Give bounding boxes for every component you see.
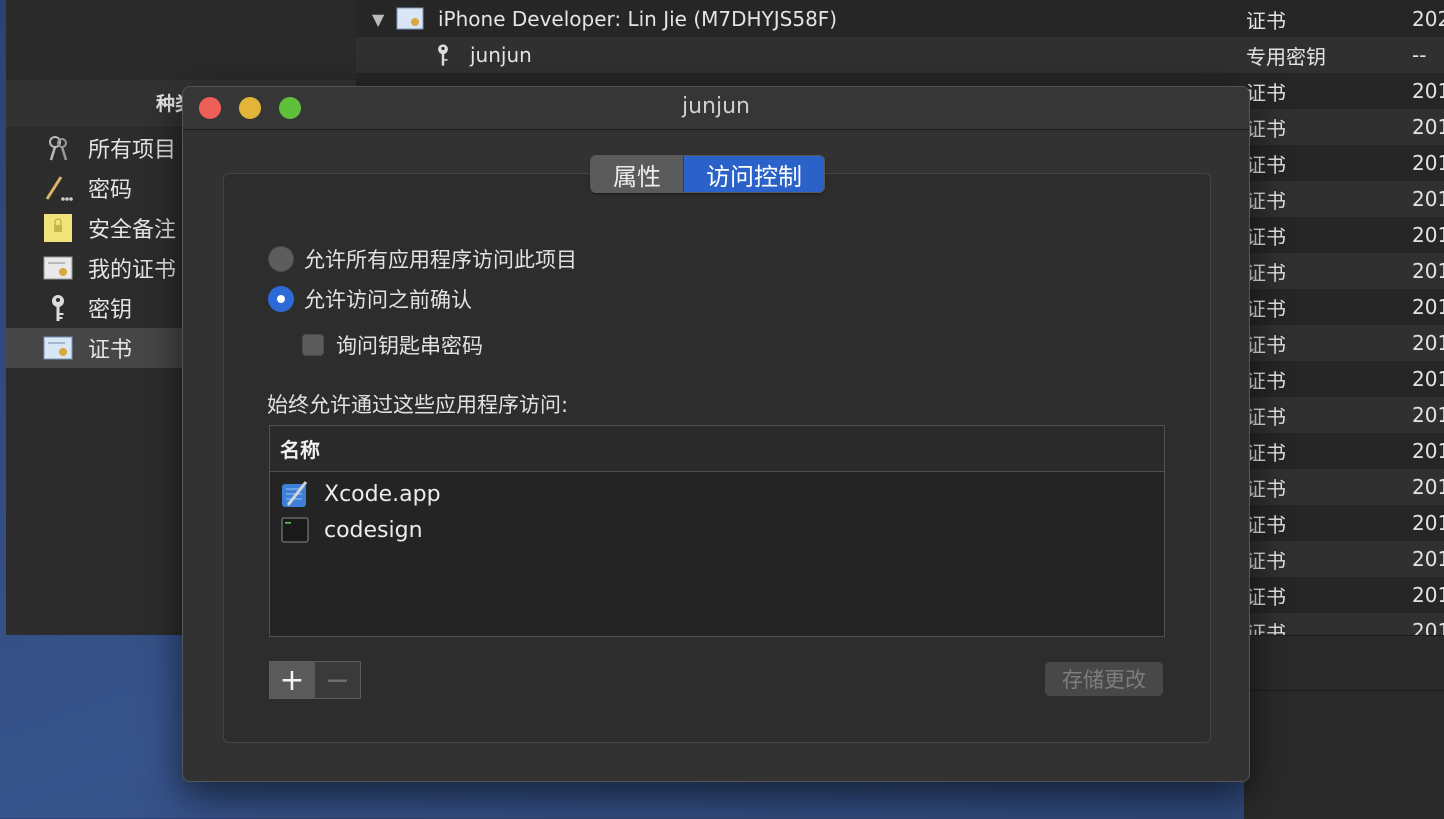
xcode-icon [280,479,310,509]
terminal-icon [280,515,310,545]
item-kind: 证书 [1246,440,1286,465]
item-date: 201 [1412,367,1444,391]
access-control-dialog: junjun 允许所有应用程序访问此项目 允许访问之前确认 询问钥匙串密码 属性… [182,86,1250,782]
item-kind: 证书 [1246,512,1286,537]
ask-password-option[interactable]: 询问钥匙串密码 [302,330,483,360]
title-bar: junjun [183,87,1249,130]
item-date: 201 [1412,259,1444,283]
item-date: 201 [1412,547,1444,571]
window-title: junjun [682,94,750,119]
item-kind: 证书 [1246,296,1286,321]
list-row[interactable]: ▼ iPhone Developer: Lin Jie (M7DHYJS58F)… [356,1,1444,37]
item-kind: 证书 [1246,260,1286,285]
item-kind: 证书 [1246,188,1286,213]
item-name: iPhone Developer: Lin Jie (M7DHYJS58F) [438,7,838,31]
toolbar-area [6,0,356,80]
allowed-apps-table: 名称 Xcode.app codesign [269,425,1165,637]
item-date: 201 [1412,115,1444,139]
save-changes-button[interactable]: 存储更改 [1045,662,1163,696]
confirm-before-radio[interactable] [268,286,294,312]
item-kind: 证书 [1246,548,1286,573]
app-name: Xcode.app [324,481,441,507]
app-row-xcode[interactable]: Xcode.app [270,476,1164,512]
item-name: junjun [470,43,532,67]
key-icon [42,292,74,324]
tab-control: 属性 访问控制 [590,155,825,193]
item-date: 201 [1412,511,1444,535]
disclosure-triangle-icon[interactable]: ▼ [372,10,384,29]
always-allow-label: 始终允许通过这些应用程序访问: [267,393,569,417]
column-header-name[interactable]: 名称 [270,426,1164,472]
note-icon [42,212,74,244]
item-date: 202 [1412,7,1444,31]
item-date: 201 [1412,79,1444,103]
sidebar-item-label: 所有项目 [88,138,177,163]
item-date: 201 [1412,331,1444,355]
certificate-icon [396,7,424,36]
item-date: 201 [1412,439,1444,463]
item-date: 201 [1412,187,1444,211]
certificate-icon [42,252,74,284]
allow-all-option[interactable]: 允许所有应用程序访问此项目 [268,244,577,274]
item-date: 201 [1412,223,1444,247]
item-kind: 证书 [1246,152,1286,177]
item-date: 201 [1412,151,1444,175]
remove-app-button[interactable]: − [315,661,361,699]
sidebar-item-label: 密钥 [88,298,133,323]
item-date: 201 [1412,403,1444,427]
ask-password-label: 询问钥匙串密码 [336,334,483,358]
item-kind: 证书 [1246,80,1286,105]
item-kind: 证书 [1246,8,1286,33]
item-date: 201 [1412,295,1444,319]
item-kind: 证书 [1246,332,1286,357]
certificate-icon [42,332,74,364]
app-name: codesign [324,517,423,543]
list-row[interactable]: junjun 专用密钥 -- [356,37,1444,73]
item-date: 201 [1412,583,1444,607]
key-icon [434,41,452,74]
tab-attributes[interactable]: 属性 [591,156,684,192]
app-row-codesign[interactable]: codesign [270,512,1164,548]
add-app-button[interactable]: + [269,661,315,699]
confirm-before-option[interactable]: 允许访问之前确认 [268,284,472,314]
sidebar-item-label: 密码 [88,178,133,203]
item-kind: 证书 [1246,368,1286,393]
list-footer [1244,635,1444,819]
add-remove-controls: + − [269,661,361,699]
item-kind: 专用密钥 [1246,44,1326,69]
allow-all-label: 允许所有应用程序访问此项目 [304,248,577,272]
item-kind: 证书 [1246,584,1286,609]
item-kind: 证书 [1246,224,1286,249]
allow-all-radio[interactable] [268,246,294,272]
pencil-dots-icon [42,172,74,204]
item-kind: 证书 [1246,116,1286,141]
sidebar-item-label: 证书 [88,338,133,363]
item-date: 201 [1412,475,1444,499]
item-kind: 证书 [1246,476,1286,501]
item-kind: 证书 [1246,404,1286,429]
ask-password-checkbox[interactable] [302,334,324,356]
confirm-before-label: 允许访问之前确认 [304,288,472,312]
item-date: -- [1412,43,1427,67]
keys-icon [42,132,74,164]
sidebar-item-label: 我的证书 [88,258,177,283]
tab-access-control[interactable]: 访问控制 [684,156,824,192]
sidebar-item-label: 安全备注 [88,218,177,243]
